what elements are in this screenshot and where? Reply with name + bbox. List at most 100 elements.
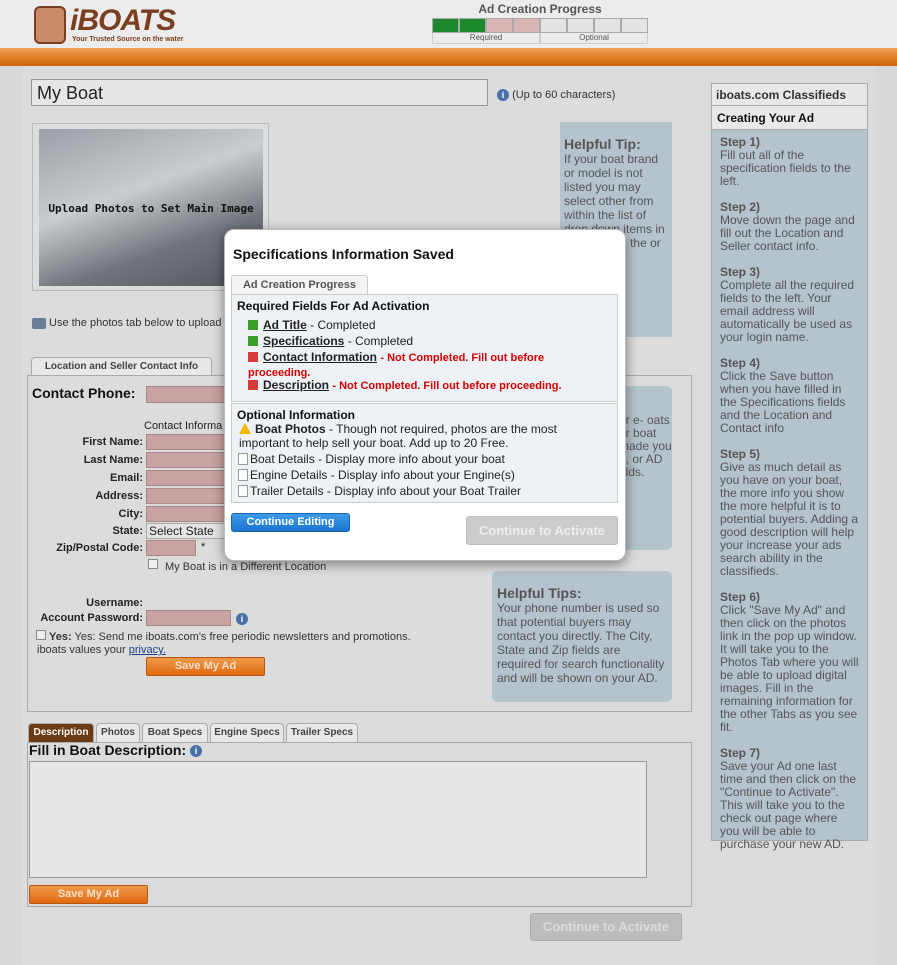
green-flag-icon (248, 320, 258, 330)
different-location-label: My Boat is in a Different Location (165, 561, 327, 573)
red-flag-icon (248, 352, 258, 362)
tab-location-contact[interactable]: Location and Seller Contact Info (31, 357, 212, 376)
state-label: State: (112, 525, 143, 537)
required-item-link[interactable]: Ad Title (263, 318, 307, 332)
last-name-input[interactable] (146, 452, 226, 468)
state-select[interactable]: Select State (146, 523, 226, 539)
save-my-ad-button-top[interactable]: Save My Ad (146, 657, 265, 676)
progress-optional-label: Optional (540, 33, 648, 44)
tab-boat-specs[interactable]: Boat Specs (142, 723, 208, 742)
description-textarea[interactable] (29, 761, 647, 878)
modal-continue-to-activate-button[interactable]: Continue to Activate (466, 516, 618, 545)
progress-cell (594, 18, 621, 33)
modal-title: Specifications Information Saved (233, 246, 454, 262)
classifieds-sidebar: iboats.com Classifieds Creating Your Ad … (711, 83, 868, 851)
password-label: Account Password: (40, 612, 143, 624)
optional-item-name[interactable]: Boat Photos (255, 422, 326, 436)
privacy-link[interactable]: privacy. (129, 644, 166, 656)
different-location-checkbox[interactable] (148, 559, 158, 569)
optional-item-name[interactable]: Boat Details (250, 452, 315, 466)
required-item-link[interactable]: Contact Information (263, 350, 377, 364)
optional-item-text: - Display info about your Engine(s) (327, 468, 515, 482)
tab-description[interactable]: Description (28, 723, 94, 742)
iboats-logo[interactable]: iBOATS Your Trusted Source on the water (34, 4, 194, 46)
address-label: Address: (95, 490, 143, 502)
info-icon[interactable]: i (497, 89, 509, 102)
optional-item-name[interactable]: Engine Details (250, 468, 327, 482)
required-item-specifications: Specifications - Completed (248, 334, 413, 348)
step-text: Fill out all of the specification fields… (720, 148, 851, 188)
progress-cells (432, 18, 648, 33)
progress-cell (513, 18, 540, 33)
contact-phone-input[interactable] (146, 386, 226, 403)
continue-to-activate-button[interactable]: Continue to Activate (530, 913, 682, 941)
first-name-input[interactable] (146, 434, 226, 450)
progress-title: Ad Creation Progress (478, 2, 602, 16)
required-item-status: - Completed (347, 334, 414, 348)
tab-photos[interactable]: Photos (96, 723, 140, 742)
title-hint-text: (Up to 60 characters) (512, 89, 616, 101)
red-flag-icon (248, 380, 258, 390)
required-item-contact: Contact Information - Not Completed. Fil… (248, 350, 568, 380)
step-text: Complete all the required fields to the … (720, 278, 855, 344)
step-text: Click "Save My Ad" and then click on the… (720, 603, 859, 734)
first-name-label: First Name: (82, 436, 143, 448)
email-input[interactable] (146, 470, 226, 486)
sidebar-step: Step 1) Fill out all of the specification… (720, 136, 859, 188)
address-input[interactable] (146, 488, 226, 504)
progress-cell (432, 18, 459, 33)
description-info-icon[interactable]: i (190, 745, 203, 758)
progress-cell (567, 18, 594, 33)
optional-item-trailer-details: Trailer Details - Display info about you… (238, 484, 521, 498)
newsletter-yes: Yes: (49, 631, 72, 643)
optional-item-name[interactable]: Trailer Details (250, 484, 324, 498)
modal-progress-tab[interactable]: Ad Creation Progress (231, 275, 368, 295)
tab-engine-specs[interactable]: Engine Specs (210, 723, 284, 742)
required-item-status: - Not Completed. Fill out before proceed… (332, 380, 562, 392)
sidebar-step: Step 7) Save your Ad one last time and th… (720, 747, 859, 851)
optional-item-boat-details: Boat Details - Display more info about y… (238, 452, 505, 466)
optional-info-heading: Optional Information (237, 408, 355, 422)
ad-title-input[interactable]: My Boat (31, 79, 488, 106)
logo-word: iBOATS (70, 4, 176, 37)
zip-input[interactable] (146, 540, 196, 556)
required-item-link[interactable]: Description (263, 378, 329, 392)
ad-creation-progress: Ad Creation Progress Required Optional (432, 2, 648, 44)
document-icon (238, 485, 248, 497)
description-title: Fill in Boat Description: i (29, 742, 203, 758)
tab-trailer-specs[interactable]: Trailer Specs (286, 723, 358, 742)
green-flag-icon (248, 336, 258, 346)
step-text: Click the Save button when you have fill… (720, 369, 846, 435)
logo-tagline: Your Trusted Source on the water (72, 36, 184, 43)
password-info-icon[interactable]: i (236, 613, 248, 625)
continue-editing-button[interactable]: Continue Editing (231, 513, 350, 532)
photos-hint: Use the photos tab below to upload p (32, 317, 231, 329)
step-text: Save your Ad one last time and then clic… (720, 759, 857, 851)
step-text: Move down the page and fill out the Loca… (720, 213, 855, 253)
password-input[interactable] (146, 610, 231, 626)
progress-cell (540, 18, 567, 33)
city-input[interactable] (146, 506, 226, 522)
optional-item-text: - Display info about your Boat Trailer (323, 484, 522, 498)
optional-item-text: - Display more info about your boat (314, 452, 505, 466)
save-my-ad-button-bottom[interactable]: Save My Ad (29, 885, 148, 904)
sidebar-step: Step 3) Complete all the required fields … (720, 266, 859, 344)
step-text: Give as much detail as you have on your … (720, 460, 859, 578)
sidebar-step: Step 4) Click the Save button when you ha… (720, 357, 859, 435)
contact-info-label: Contact Informa (144, 420, 223, 432)
title-hint: i (Up to 60 characters) (497, 89, 616, 102)
optional-item-boat-photos: Boat Photos - Though not required, photo… (239, 422, 609, 450)
document-icon (238, 469, 248, 481)
warning-icon (239, 423, 251, 434)
helpful-tips-box: Helpful Tips: Your phone number is used … (492, 571, 672, 702)
city-label: City: (118, 508, 143, 520)
contact-phone-label: Contact Phone: (32, 385, 136, 401)
required-item-link[interactable]: Specifications (263, 334, 344, 348)
sidebar-subheader: Creating Your Ad (712, 106, 867, 130)
required-fields-heading: Required Fields For Ad Activation (237, 299, 430, 313)
required-item-status: - Completed (310, 318, 376, 332)
photos-hint-text: Use the photos tab below to upload p (49, 317, 231, 329)
email-label: Email: (109, 472, 143, 484)
zip-required-mark: * (201, 541, 206, 553)
newsletter-text: Yes: Yes: Send me iboats.com's free peri… (37, 631, 437, 657)
